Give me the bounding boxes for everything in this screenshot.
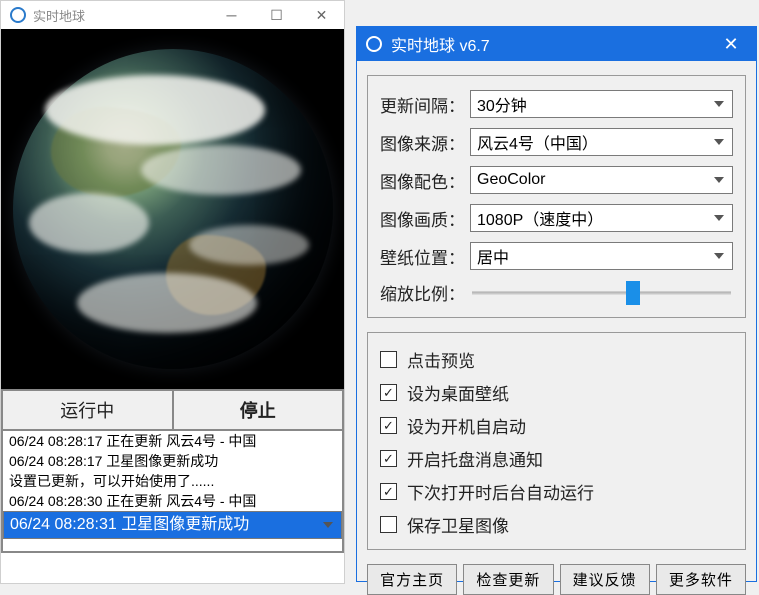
source-select[interactable]: 风云4号（中国）	[470, 128, 733, 156]
log-line[interactable]: 06/24 08:28:30 正在更新 风云4号 - 中国	[3, 491, 342, 511]
checkbox-background[interactable]: ✓ 下次打开时后台自动运行	[380, 479, 733, 504]
scale-slider[interactable]	[470, 281, 733, 305]
log-line[interactable]: 06/24 08:28:17 卫星图像更新成功	[3, 451, 342, 471]
quality-label: 图像画质：	[380, 206, 470, 231]
log-line[interactable]: 设置已更新，可以开始使用了......	[3, 471, 342, 491]
app-icon	[9, 6, 27, 24]
checkbox-input[interactable]	[380, 351, 397, 368]
checkbox-preview[interactable]: 点击预览	[380, 347, 733, 372]
viewer-window: 实时地球 ─ ☐ ✕ 运行中 停止 06/24 08:28:17 正在更新 风云…	[0, 0, 345, 584]
interval-select[interactable]: 30分钟	[470, 90, 733, 118]
checkbox-autostart[interactable]: ✓ 设为开机自启动	[380, 413, 733, 438]
log-line[interactable]: 06/24 08:28:31 卫星图像更新成功	[3, 511, 342, 539]
quality-select[interactable]: 1080P（速度中）	[470, 204, 733, 232]
earth-image	[13, 49, 333, 369]
checkbox-input[interactable]: ✓	[380, 450, 397, 467]
color-label: 图像配色：	[380, 168, 470, 193]
feedback-button[interactable]: 建议反馈	[560, 564, 650, 595]
checkbox-label: 保存卫星图像	[407, 512, 509, 537]
viewer-title: 实时地球	[33, 6, 85, 25]
settings-window: 实时地球 v6.7 ✕ 更新间隔： 30分钟 图像来源： 风云4号（中国） 图像…	[356, 26, 757, 582]
update-button[interactable]: 检查更新	[463, 564, 553, 595]
checkbox-tray[interactable]: ✓ 开启托盘消息通知	[380, 446, 733, 471]
viewer-titlebar: 实时地球 ─ ☐ ✕	[1, 1, 344, 29]
home-button[interactable]: 官方主页	[367, 564, 457, 595]
earth-image-pane	[1, 29, 344, 389]
settings-close-button[interactable]: ✕	[714, 27, 748, 61]
color-select[interactable]: GeoColor	[470, 166, 733, 194]
settings-form-group: 更新间隔： 30分钟 图像来源： 风云4号（中国） 图像配色： GeoColor…	[367, 75, 746, 318]
status-row: 运行中 停止	[1, 389, 344, 431]
status-running-label: 运行中	[3, 391, 172, 429]
checkbox-input[interactable]	[380, 516, 397, 533]
stop-button[interactable]: 停止	[172, 391, 343, 429]
checkbox-save[interactable]: 保存卫星图像	[380, 512, 733, 537]
checkbox-label: 设为桌面壁纸	[407, 380, 509, 405]
checkbox-label: 设为开机自启动	[407, 413, 526, 438]
close-button[interactable]: ✕	[299, 1, 344, 29]
log-box[interactable]: 06/24 08:28:17 正在更新 风云4号 - 中国06/24 08:28…	[1, 431, 344, 553]
checkbox-input[interactable]: ✓	[380, 483, 397, 500]
maximize-button[interactable]: ☐	[254, 1, 299, 29]
wallpos-label: 壁纸位置：	[380, 244, 470, 269]
checkbox-wallpaper[interactable]: ✓ 设为桌面壁纸	[380, 380, 733, 405]
log-line[interactable]: 06/24 08:28:17 正在更新 风云4号 - 中国	[3, 431, 342, 451]
settings-titlebar: 实时地球 v6.7 ✕	[357, 27, 756, 61]
checkbox-label: 点击预览	[407, 347, 475, 372]
bottom-button-row: 官方主页 检查更新 建议反馈 更多软件	[367, 564, 746, 595]
app-icon	[365, 35, 383, 53]
checkbox-label: 开启托盘消息通知	[407, 446, 543, 471]
wallpos-select[interactable]: 居中	[470, 242, 733, 270]
checkbox-input[interactable]: ✓	[380, 384, 397, 401]
settings-title: 实时地球 v6.7	[391, 32, 490, 56]
scale-label: 缩放比例：	[380, 280, 470, 305]
source-label: 图像来源：	[380, 130, 470, 155]
checkbox-input[interactable]: ✓	[380, 417, 397, 434]
options-group: 点击预览 ✓ 设为桌面壁纸 ✓ 设为开机自启动 ✓ 开启托盘消息通知 ✓ 下次打开时后台自动运行…	[367, 332, 746, 550]
checkbox-label: 下次打开时后台自动运行	[407, 479, 594, 504]
more-button[interactable]: 更多软件	[656, 564, 746, 595]
interval-label: 更新间隔：	[380, 92, 470, 117]
minimize-button[interactable]: ─	[209, 1, 254, 29]
